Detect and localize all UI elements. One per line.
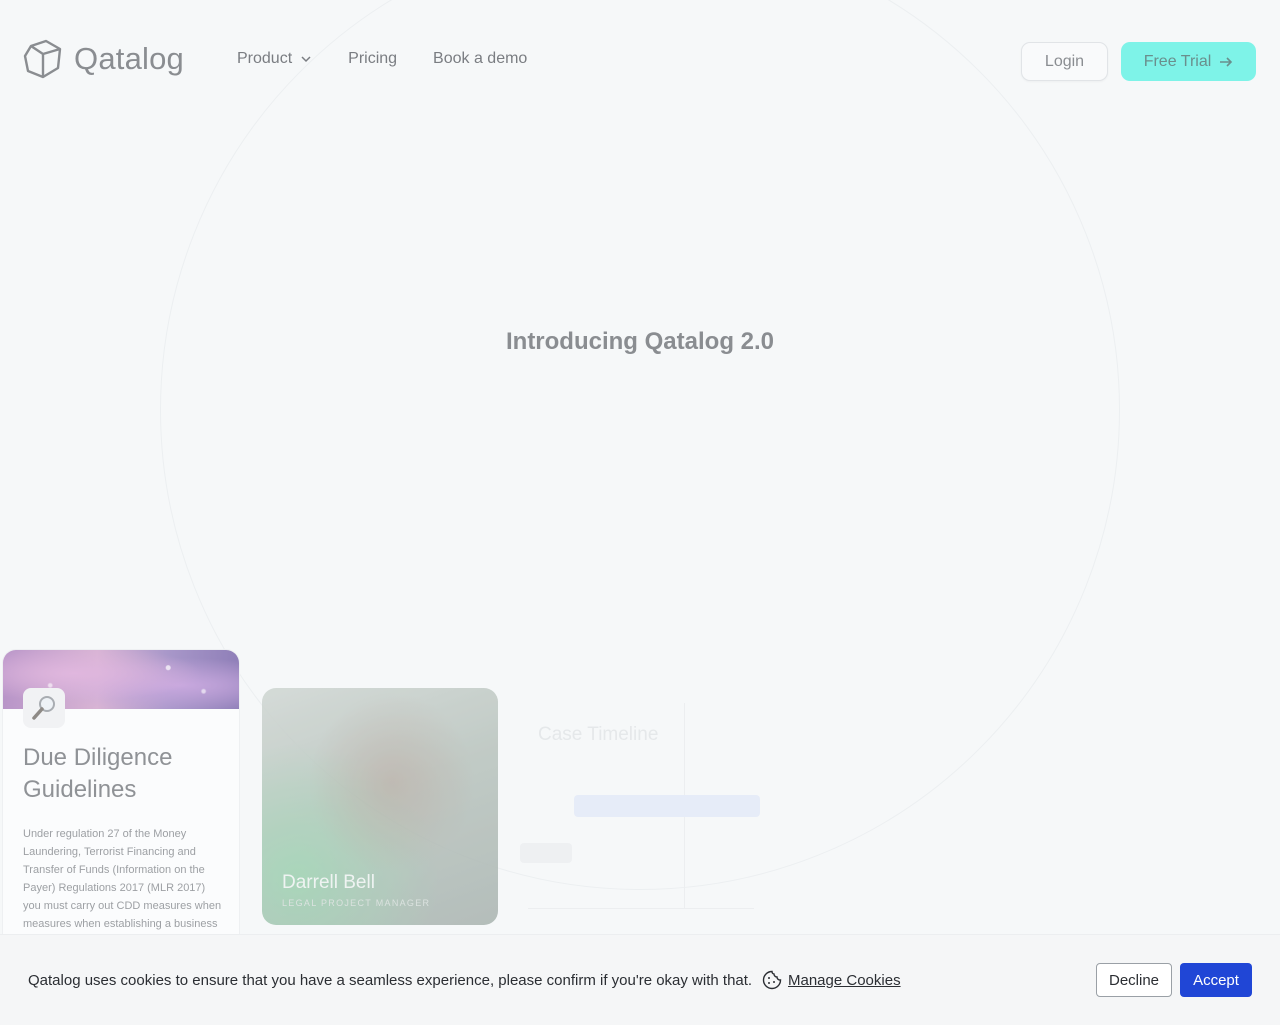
magnifier-icon — [23, 688, 65, 728]
hero-title: Introducing Qatalog 2.0 — [505, 328, 775, 356]
nav-item-label: Book a demo — [433, 50, 528, 67]
person-name: Darrell Bell — [282, 872, 375, 893]
accept-button[interactable]: Accept — [1180, 963, 1252, 997]
nav-item-pricing[interactable]: Pricing — [348, 50, 397, 68]
login-button-label: Login — [1044, 52, 1085, 70]
person-role: LEGAL PROJECT MANAGER — [282, 898, 431, 908]
nav-item-product[interactable]: Product — [237, 50, 312, 68]
cookie-banner: Qatalog uses cookies to ensure that you … — [0, 934, 1280, 1025]
timeline-chip — [520, 843, 572, 863]
site-header: Qatalog Product Pricing Book a demo Logi… — [0, 0, 1280, 122]
nav-item-label: Product — [237, 50, 293, 67]
timeline-baseline — [528, 908, 754, 909]
login-button[interactable]: Login — [1021, 42, 1108, 81]
case-timeline-title: Case Timeline — [538, 724, 659, 745]
qatalog-logo-icon — [23, 39, 62, 79]
free-trial-button-label: Free Trial — [1143, 52, 1212, 70]
manage-cookies-link[interactable]: Manage Cookies — [788, 972, 901, 989]
card-title: Due Diligence Guidelines — [23, 744, 173, 803]
person-card: Darrell Bell LEGAL PROJECT MANAGER — [262, 688, 498, 925]
timeline-bar — [574, 795, 760, 817]
main-nav: Product Pricing Book a demo — [237, 50, 563, 68]
due-diligence-card: Due Diligence Guidelines Under regulatio… — [2, 649, 240, 951]
arrow-right-icon — [1220, 56, 1233, 67]
cookie-message: Qatalog uses cookies to ensure that you … — [28, 972, 753, 989]
nav-item-label: Pricing — [348, 50, 398, 67]
nav-item-book-demo[interactable]: Book a demo — [433, 50, 527, 68]
free-trial-button[interactable]: Free Trial — [1121, 42, 1256, 81]
accept-button-label: Accept — [1193, 971, 1239, 989]
card-body: Under regulation 27 of the Money Launder… — [23, 828, 222, 930]
logo-text: Qatalog — [74, 41, 184, 76]
logo[interactable]: Qatalog — [22, 38, 184, 80]
decline-button[interactable]: Decline — [1096, 963, 1172, 997]
chevron-down-icon — [301, 56, 311, 63]
decline-button-label: Decline — [1108, 971, 1160, 989]
cookie-icon — [762, 970, 782, 990]
